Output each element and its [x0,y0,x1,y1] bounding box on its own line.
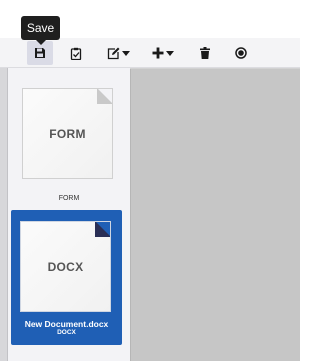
edit-icon [107,47,119,59]
editor-canvas[interactable] [130,68,300,361]
save-tooltip: Save [21,16,60,40]
tooltip-arrow [36,40,46,45]
canvas-top-border [130,68,300,69]
chevron-down-icon [166,50,174,56]
save-icon [35,48,45,58]
clipboard-button[interactable] [66,41,86,65]
app-window: Save FORM FORM DOCX New Document.docx DO… [0,0,300,361]
thumbnail-label: DOCX [47,259,84,274]
add-dropdown-button[interactable] [149,41,177,65]
trash-icon [200,47,210,59]
record-button[interactable] [232,41,250,65]
page-fold-icon [97,89,112,104]
record-icon [235,47,247,59]
page-fold-icon [95,222,110,237]
document-type: DOCX [57,329,76,336]
thumbnail-label: FORM [49,126,86,141]
document-thumbnail-docx[interactable]: DOCX [20,221,111,312]
document-title: New Document.docx [24,319,109,329]
plus-icon [152,47,164,59]
clipboard-check-icon [70,47,82,60]
document-caption-form: FORM [58,195,80,202]
document-thumbnail-form[interactable]: FORM [22,88,113,179]
edit-dropdown-button[interactable] [103,41,133,65]
chevron-down-icon [121,50,130,56]
document-item-selected[interactable]: DOCX New Document.docx DOCX [11,210,122,345]
delete-button[interactable] [197,41,213,65]
